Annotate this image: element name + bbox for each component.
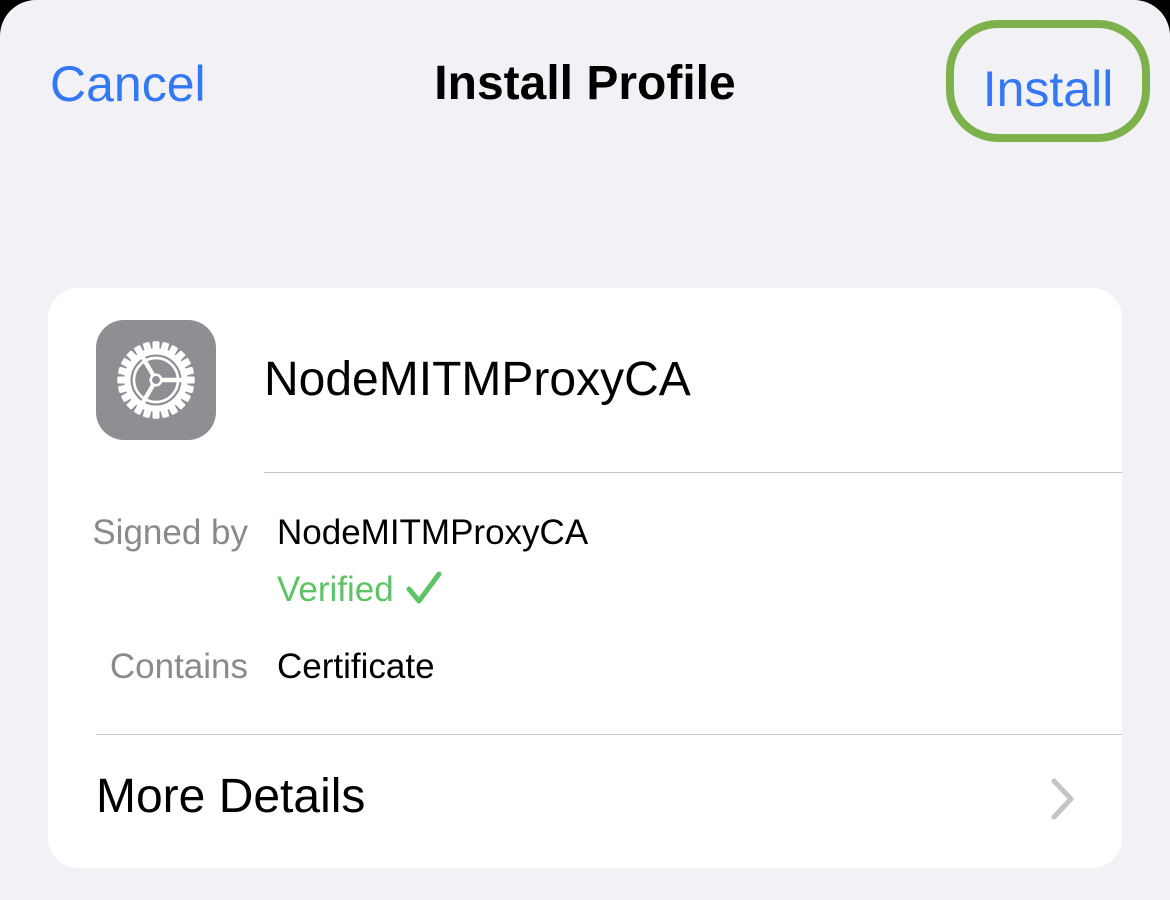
install-profile-sheet: Cancel Install Profile Install NodeMITMP… <box>0 0 1170 900</box>
more-details-row[interactable]: More Details <box>48 735 1122 868</box>
chevron-right-icon <box>1051 778 1074 820</box>
profile-icon <box>96 320 216 440</box>
profile-name: NodeMITMProxyCA <box>264 353 691 406</box>
checkmark-icon <box>406 571 442 604</box>
header-divider <box>264 472 1122 473</box>
verified-label: Verified <box>277 570 394 609</box>
contains-label: Contains <box>109 647 248 686</box>
install-button[interactable]: Install <box>946 20 1150 142</box>
signed-by-label: Signed by <box>92 513 248 552</box>
verified-status: Verified <box>277 564 442 616</box>
contains-value: Certificate <box>277 647 435 686</box>
profile-card: NodeMITMProxyCA Signed by NodeMITMProxyC… <box>48 288 1122 868</box>
signed-by-value: NodeMITMProxyCA <box>277 513 589 552</box>
navigation-bar: Cancel Install Profile Install <box>0 0 1170 170</box>
settings-gear-icon <box>117 341 195 419</box>
more-details-label: More Details <box>96 770 366 823</box>
